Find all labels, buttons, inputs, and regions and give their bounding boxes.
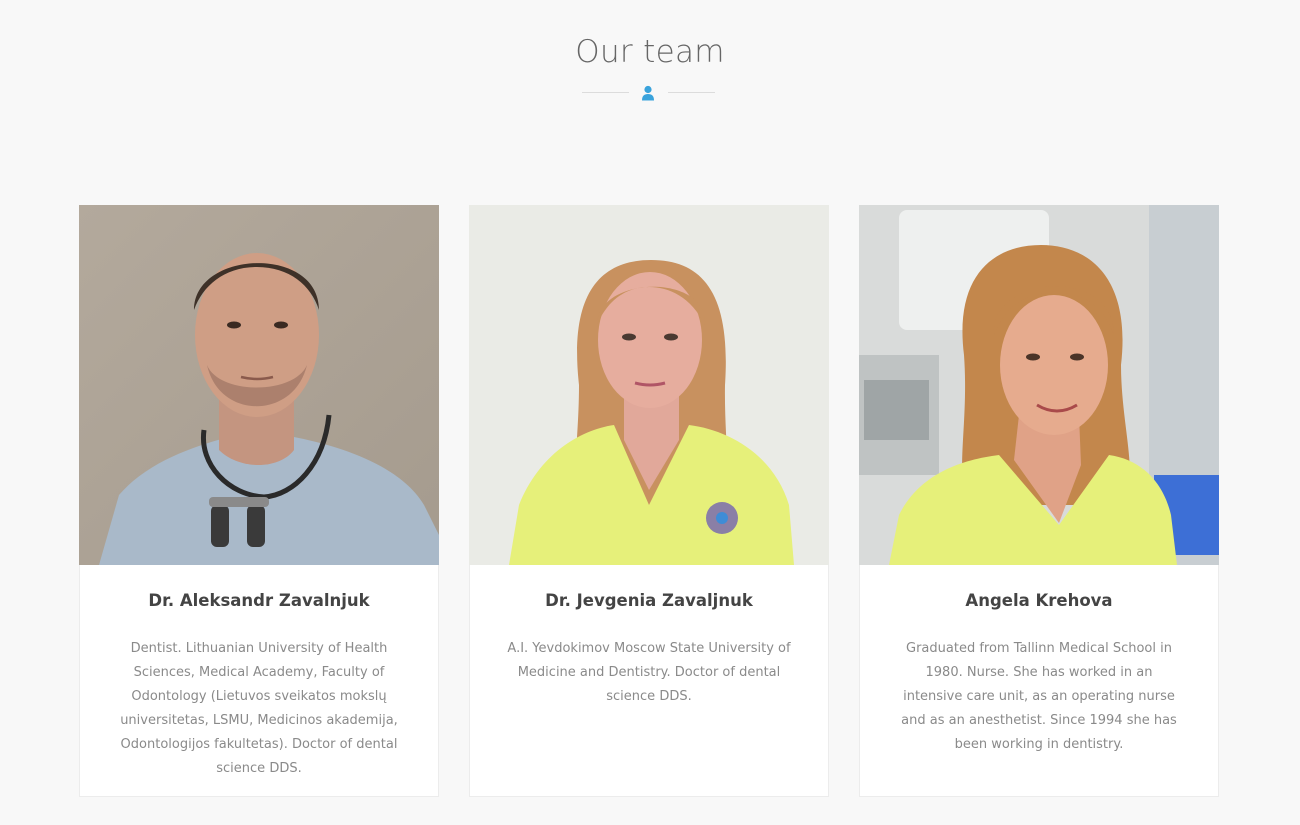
team-member-bio: Dentist. Lithuanian University of Health… (120, 641, 398, 776)
team-member-photo (859, 205, 1219, 565)
title-divider (582, 84, 715, 102)
team-section: Our team Dr. Aleksandr Zavalnjuk Dentist… (0, 0, 1300, 825)
team-member-card: Angela Krehova Graduated from Tallinn Me… (859, 205, 1219, 797)
team-member-name: Dr. Aleksandr Zavalnjuk (148, 591, 370, 610)
team-member-name: Angela Krehova (965, 591, 1113, 610)
team-member-card: Dr. Jevgenia Zavaljnuk A.I. Yevdokimov M… (469, 205, 829, 797)
team-member-bio: Graduated from Tallinn Medical School in… (901, 641, 1177, 752)
team-member-photo (469, 205, 829, 565)
team-member-photo (79, 205, 439, 565)
divider-line-left (582, 92, 629, 93)
section-title: Our team (575, 34, 725, 70)
team-member-bio: A.I. Yevdokimov Moscow State University … (507, 641, 791, 704)
user-icon (641, 85, 655, 101)
divider-line-right (668, 92, 715, 93)
team-member-card: Dr. Aleksandr Zavalnjuk Dentist. Lithuan… (79, 205, 439, 797)
team-member-name: Dr. Jevgenia Zavaljnuk (545, 591, 753, 610)
